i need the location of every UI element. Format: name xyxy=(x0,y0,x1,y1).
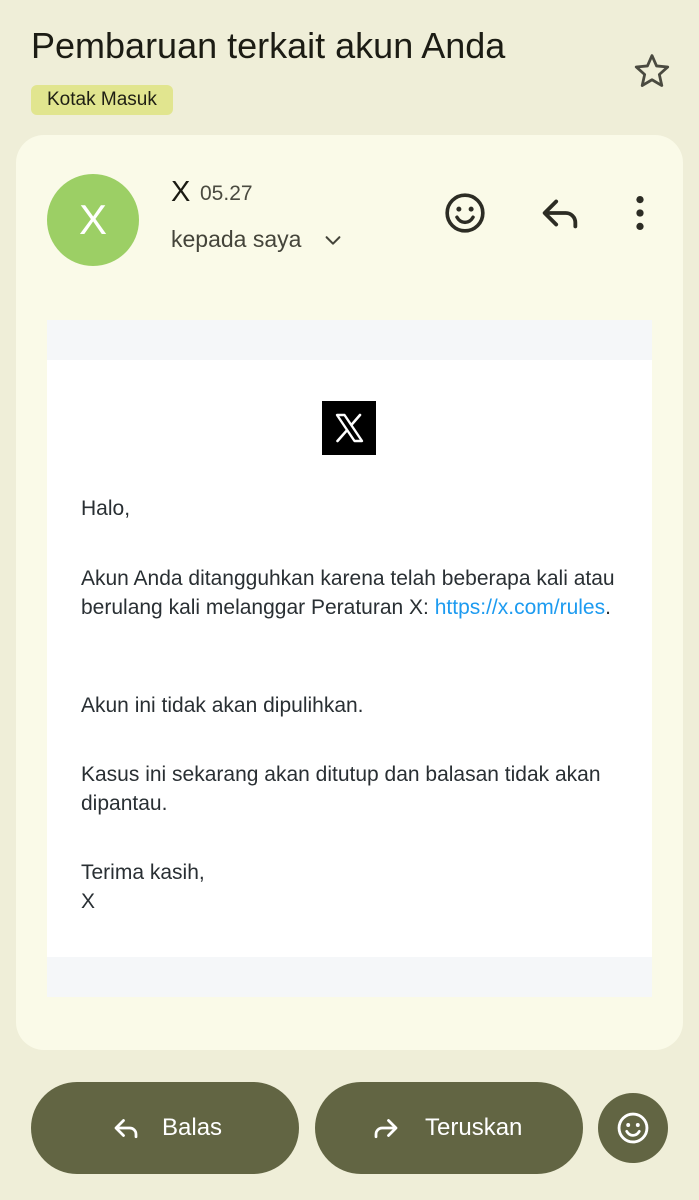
inbox-label-chip[interactable]: Kotak Masuk xyxy=(31,85,173,115)
forward-button-label: Teruskan xyxy=(425,1114,523,1141)
forward-button[interactable]: Teruskan xyxy=(315,1082,583,1174)
email-greeting: Halo, xyxy=(81,497,131,520)
rules-link[interactable]: https://x.com/rules xyxy=(435,596,605,619)
email-paragraph-case-closed: Kasus ini sekarang akan ditutup dan bala… xyxy=(81,763,601,815)
more-vert-icon[interactable] xyxy=(617,190,663,236)
forward-icon xyxy=(374,1119,398,1139)
email-subject: Pembaruan terkait akun Anda xyxy=(31,25,506,66)
email-paragraph-suspension: Akun Anda ditangguhkan karena telah bebe… xyxy=(81,564,626,622)
reply-icon xyxy=(114,1119,138,1139)
email-paragraph-not-restored: Akun ini tidak akan dipulihkan. xyxy=(81,694,364,717)
emoji-smile-icon xyxy=(617,1112,649,1144)
sender-avatar[interactable]: X xyxy=(47,174,139,266)
star-icon[interactable] xyxy=(631,50,673,92)
email-closing: Terima kasih, xyxy=(81,861,205,884)
recipient-details[interactable]: kepada saya xyxy=(171,224,301,254)
x-logo xyxy=(322,401,376,455)
reply-button[interactable]: Balas xyxy=(31,1082,299,1174)
message-time: 05.27 xyxy=(200,182,253,205)
email-signature: X xyxy=(81,890,96,913)
email-paragraph-period: . xyxy=(605,596,611,619)
emoji-react-icon[interactable] xyxy=(442,190,488,236)
sender-name: X xyxy=(171,176,191,208)
reply-button-label: Balas xyxy=(162,1114,223,1141)
chevron-down-icon[interactable] xyxy=(322,229,344,251)
reply-icon[interactable] xyxy=(537,190,583,236)
emoji-react-button[interactable] xyxy=(598,1093,668,1163)
